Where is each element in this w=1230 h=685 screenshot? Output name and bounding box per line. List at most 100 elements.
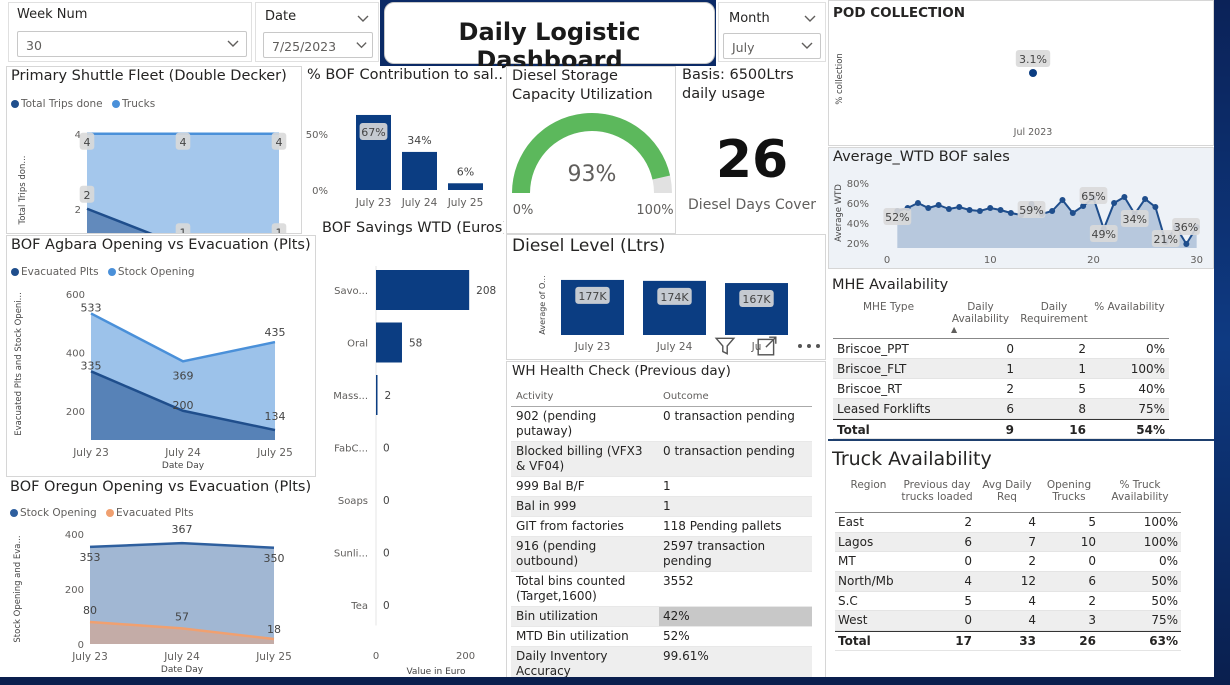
more-options-icon[interactable] [797, 342, 821, 350]
y-tick-label: Oral [347, 339, 368, 350]
wh-table[interactable]: Activity Outcome 902 (pending putaway) 0 … [511, 387, 812, 677]
data-label: 335 [81, 359, 102, 372]
y-axis-label: % collection [835, 53, 845, 105]
bar [402, 151, 437, 190]
chevron-down-icon[interactable] [803, 11, 817, 25]
week-value: 30 [26, 38, 42, 53]
y-tick-label: 40% [847, 219, 869, 230]
mhe-col-type[interactable]: MHE Type [833, 297, 943, 338]
wh-col-outcome[interactable]: Outcome [659, 387, 812, 406]
table-cell: 0 [964, 554, 972, 569]
x-tick-label: July 25 [255, 651, 292, 663]
date-input[interactable]: 7/25/2023 [263, 32, 373, 58]
table-row[interactable]: Blocked billing (VFX3 & VF04) 0 transacti… [511, 442, 812, 477]
table-row[interactable]: Briscoe_RT 2 5 40% [833, 379, 1169, 399]
shuttle-chart: 24Total Trips don...July 23July 24July 2… [18, 130, 287, 233]
avg-wtd-tile[interactable]: Average_WTD BOF sales 20% 40% 60% 80% 0 10 20 3… [828, 147, 1214, 269]
table-row[interactable]: Lagos 6 7 10 100% [835, 532, 1181, 553]
table-cell: 5 [964, 593, 972, 608]
truck-col-opening[interactable]: Opening Trucks [1039, 477, 1099, 512]
table-row[interactable]: S.C 5 4 2 50% [835, 592, 1181, 612]
table-cell: 902 (pending putaway) [516, 409, 597, 438]
diesel-cover-tile[interactable]: Basis: 6500Ltrs daily usage 26 Diesel Da… [677, 66, 827, 234]
table-row[interactable]: MT 0 2 0 0% [835, 552, 1181, 573]
table-row[interactable]: Total bins counted (Target,1600) 3552 [511, 572, 812, 607]
focus-mode-icon[interactable] [756, 335, 778, 357]
table-cell: Total [838, 634, 871, 649]
table-row[interactable]: West 0 4 3 75% [835, 611, 1181, 632]
table-cell: 63% [1149, 634, 1178, 649]
table-row[interactable]: Briscoe_PPT 0 2 0% [833, 339, 1169, 359]
table-total-row[interactable]: Total 9 16 54% [833, 419, 1169, 439]
y-tick-label: 0 [78, 640, 84, 651]
table-row[interactable]: East 2 4 5 100% [835, 513, 1181, 533]
data-label: 369 [173, 369, 194, 382]
table-cell: Bal in 999 [516, 499, 577, 513]
table-cell: 0 [964, 613, 972, 628]
chevron-down-icon[interactable] [356, 11, 370, 25]
table-cell: 1 [663, 479, 671, 493]
wh-col-activity[interactable]: Activity [511, 387, 659, 406]
truck-col-loaded[interactable]: Previous day trucks loaded [899, 477, 975, 512]
table-row[interactable]: Bal in 999 1 [511, 497, 812, 517]
data-label: 2 [84, 189, 91, 202]
data-label: 0 [383, 443, 390, 455]
pod-chart: % collection 3.1% Jul 2023 [835, 50, 1053, 138]
x-tick-label: Jul 2023 [1013, 127, 1053, 138]
diesel-storage-tile[interactable]: Diesel Storage Capacity Utilization 93% 0… [506, 66, 676, 234]
y-tick-label: Sunli... [334, 549, 368, 560]
table-row[interactable]: North/Mb 4 12 6 50% [835, 572, 1181, 592]
x-tick-label: July 25 [447, 197, 484, 209]
bof-contribution-tile[interactable]: % BOF Contribution to sal... 0% 50% 67% Jul… [304, 66, 502, 216]
data-point [1059, 197, 1066, 203]
table-cell: 3552 [663, 574, 694, 588]
table-cell: 50% [1151, 574, 1178, 589]
table-cell: 9 [1005, 423, 1014, 437]
x-axis-label: Date Day [161, 665, 204, 675]
truck-col-region[interactable]: Region [835, 477, 899, 512]
oregun-tile[interactable]: BOF Oregun Opening vs Evacuation (Plts) … [6, 478, 316, 677]
table-cell: 0% [1158, 554, 1178, 569]
agbara-tile[interactable]: BOF Agbara Opening vs Evacuation (Plts) … [6, 235, 316, 477]
pod-collection-tile[interactable]: POD COLLECTION % collection 3.1% Jul 2023 [828, 0, 1214, 146]
mhe-col-percent[interactable]: % Availability [1090, 297, 1169, 338]
table-row[interactable]: Briscoe_FLT 1 1 100% [833, 359, 1169, 379]
table-row[interactable]: 999 Bal B/F 1 [511, 477, 812, 497]
x-axis-label: Value in Euro [406, 667, 466, 677]
table-row[interactable]: 902 (pending putaway) 0 transaction pendi… [511, 407, 812, 442]
table-cell: Blocked billing (VFX3 & VF04) [516, 444, 643, 473]
table-row[interactable]: 916 (pending outbound) 2597 transaction p… [511, 537, 812, 572]
table-row[interactable]: MTD Bin utilization 52% [511, 627, 812, 647]
diesel-level-tile[interactable]: Diesel Level (Ltrs) Average of O... 177K J… [506, 234, 826, 360]
month-dropdown[interactable]: July [723, 33, 821, 59]
table-row[interactable]: Daily Inventory Accuracy 99.61% [511, 647, 812, 677]
table-row[interactable]: Bin utilization 42% [511, 607, 812, 627]
truck-col-percent[interactable]: % Truck Availability [1099, 477, 1181, 512]
table-row[interactable]: Leased Forklifts 6 8 75% [833, 399, 1169, 419]
truck-col-req[interactable]: Avg Daily Req [975, 477, 1039, 512]
table-cell: Bin utilization [516, 609, 598, 623]
mhe-table[interactable]: MHE Type Daily Availability ▲ Daily Requi… [833, 297, 1169, 439]
date-slicer: Date 7/25/2023 [255, 2, 379, 62]
data-point [1121, 194, 1128, 200]
mhe-col-requirement[interactable]: Daily Requirement [1018, 297, 1090, 338]
x-tick-label: July 23 [72, 447, 109, 459]
bof-savings-tile[interactable]: BOF Savings WTD (Euros) Savo... 208 Oral 58… [318, 218, 504, 677]
truck-table[interactable]: Region Previous day trucks loaded Avg Da… [835, 477, 1181, 651]
mhe-col-availability[interactable]: Daily Availability ▲ [943, 297, 1018, 338]
table-cell: Briscoe_RT [837, 382, 902, 396]
data-label: 4 [180, 136, 187, 149]
table-row[interactable]: GIT from factories 118 Pending pallets [511, 517, 812, 537]
table-cell: MTD Bin utilization [516, 629, 629, 643]
data-label: 353 [80, 551, 101, 564]
week-dropdown[interactable]: 30 [17, 31, 247, 57]
table-cell: 75% [1138, 402, 1165, 416]
bar [376, 375, 378, 415]
data-point [925, 205, 932, 211]
table-cell: 54% [1136, 423, 1165, 437]
table-cell: 1 [663, 499, 671, 513]
data-label: 533 [81, 301, 102, 314]
filter-icon[interactable] [714, 335, 736, 357]
table-total-row[interactable]: Total 17 33 26 63% [835, 631, 1181, 651]
shuttle-tile[interactable]: Primary Shuttle Fleet (Double Decker) To… [6, 66, 302, 234]
